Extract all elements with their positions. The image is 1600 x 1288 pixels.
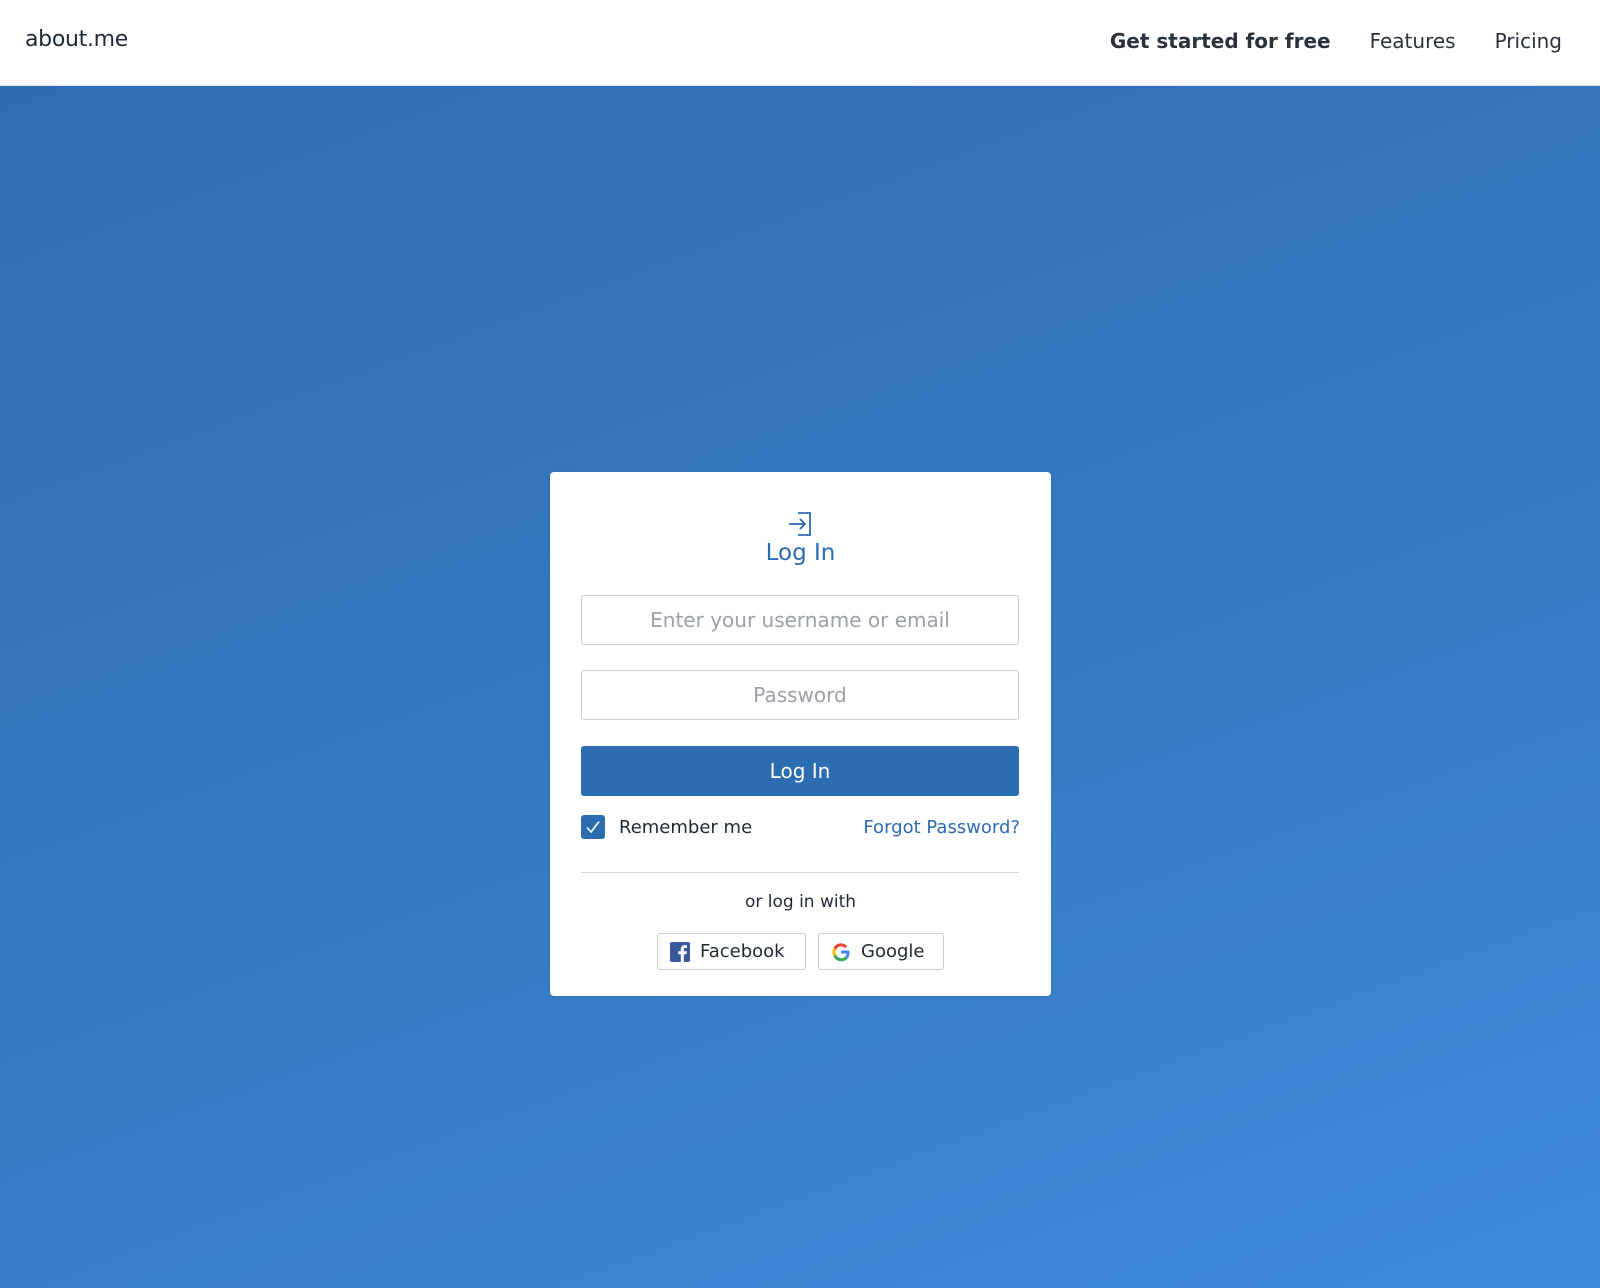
divider xyxy=(581,872,1019,873)
facebook-label: Facebook xyxy=(700,941,785,962)
checkmark-icon xyxy=(586,821,600,834)
password-input[interactable] xyxy=(581,670,1019,720)
remember-me-label: Remember me xyxy=(619,816,753,838)
get-started-link[interactable]: Get started for free xyxy=(1110,29,1331,53)
top-navbar: about.me Get started for free Features P… xyxy=(0,0,1600,86)
background-panel: Log In Log In Remember me Forgot Passwor… xyxy=(0,86,1600,1288)
login-button[interactable]: Log In xyxy=(581,746,1019,796)
pricing-link[interactable]: Pricing xyxy=(1495,29,1562,53)
remember-me-toggle[interactable]: Remember me xyxy=(581,815,752,839)
features-link[interactable]: Features xyxy=(1370,29,1456,53)
site-logo[interactable]: about.me xyxy=(25,27,128,52)
facebook-login-button[interactable]: Facebook xyxy=(657,933,806,970)
forgot-password-link[interactable]: Forgot Password? xyxy=(863,817,1020,838)
facebook-icon xyxy=(670,941,690,962)
remember-me-checkbox[interactable] xyxy=(581,815,605,839)
login-arrow-icon xyxy=(789,512,811,536)
page: about.me Get started for free Features P… xyxy=(0,0,1600,1288)
login-card: Log In Log In Remember me Forgot Passwor… xyxy=(550,472,1051,996)
username-input[interactable] xyxy=(581,595,1019,645)
alt-login-label: or log in with xyxy=(744,892,857,912)
login-title: Log In xyxy=(765,540,836,566)
google-label: Google xyxy=(861,941,925,962)
nav-links: Get started for free Features Pricing xyxy=(1110,29,1562,53)
google-login-button[interactable]: Google xyxy=(818,933,944,970)
google-icon xyxy=(832,942,850,961)
